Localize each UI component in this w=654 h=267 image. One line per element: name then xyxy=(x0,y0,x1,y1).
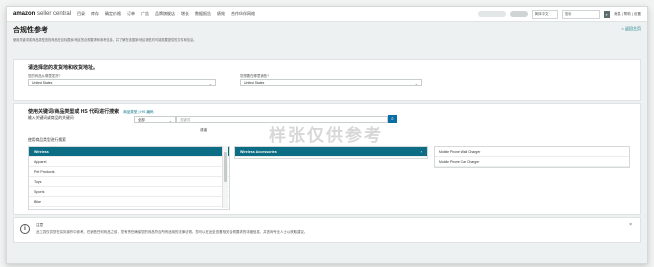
search-type-links[interactable]: 商品类型 | HS 编码 xyxy=(123,110,153,114)
nav-item[interactable]: 库存 xyxy=(91,11,99,16)
page-header: 合规性参考 使用关键词或商品类型查找商品在目标国家/地区的合规要求和参考信息，并… xyxy=(7,22,647,43)
nav-item[interactable]: 订单 xyxy=(127,11,135,16)
ship-from-label: 您的商品从哪里发货? xyxy=(28,74,61,78)
result-item[interactable]: Mobile Phone Wall Charger xyxy=(435,147,629,157)
country-panel-title: 请选择您的发货地和收货地址。 xyxy=(28,65,99,71)
watermark: 样张仅供参考 xyxy=(269,126,383,145)
amazon-logo[interactable]: amazon seller central xyxy=(13,11,71,17)
list-item[interactable]: Wireless› xyxy=(29,147,229,157)
top-navigation-bar: amazon seller central 目录 库存 确定价格 订单 广告 品牌旗舰店 增… xyxy=(7,7,647,22)
list-item[interactable]: Bike› xyxy=(29,197,229,207)
category-scrollbar[interactable] xyxy=(222,146,228,208)
nav-item[interactable]: 广告 xyxy=(141,11,149,16)
nav-item[interactable]: 目录 xyxy=(77,11,85,16)
country-panel: 请选择您的发货地和收货地址。 您的商品从哪里发货? United States ⌄… xyxy=(13,59,641,101)
nav-item[interactable]: 数据报告 xyxy=(195,11,211,16)
nav-item[interactable]: 合作伙伴网络 xyxy=(231,11,255,16)
list-item-label: Bike xyxy=(34,199,41,204)
main-nav: 目录 库存 确定价格 订单 广告 品牌旗舰店 增长 数据报告 绩效 合作伙伴网络 xyxy=(77,11,261,17)
topbar-right: 简体中文 搜索 ⌕ 消息 | 帮助 | 设置 xyxy=(477,9,641,19)
notice-banner: i 注意 此工具仅供您在实际操作中参考。在销售任何商品之前，您有责任确保您的商品… xyxy=(13,217,641,243)
chevron-right-icon: › xyxy=(420,149,422,154)
back-to-home-link[interactable]: < 返回主页 xyxy=(622,26,641,32)
top-search-input[interactable]: 搜索 xyxy=(561,9,600,19)
close-icon[interactable]: × xyxy=(629,222,632,228)
info-icon: i xyxy=(20,224,30,234)
ship-to-label: 您想要在哪里销售? xyxy=(240,74,270,78)
top-links[interactable]: 消息 | 帮助 | 设置 xyxy=(614,12,641,17)
list-item[interactable]: Wireless Accessories › xyxy=(235,147,427,157)
nav-item[interactable]: 确定价格 xyxy=(105,11,121,16)
nav-item[interactable]: 品牌旗舰店 xyxy=(155,11,175,16)
list-item[interactable]: Toys› xyxy=(29,177,229,187)
list-item-label: Wireless Accessories xyxy=(240,149,277,154)
keyword-type-select[interactable]: 全部 ⌄ xyxy=(134,116,176,123)
browse-label: 使用商品类型进行搜索 xyxy=(28,138,66,142)
result-item[interactable]: Mobile Phone Car Charger xyxy=(435,157,629,167)
list-item[interactable]: Apparel› xyxy=(29,157,229,167)
results-list: Mobile Phone Wall Charger Mobile Phone Ca… xyxy=(434,146,630,168)
ship-from-select[interactable]: United States ⌄ xyxy=(28,79,216,86)
chevron-down-icon: ⌄ xyxy=(414,81,418,86)
search-panel-title: 使用关键词/商品类型或 HS 代码进行搜索 商品类型 | HS 编码 xyxy=(28,109,154,115)
list-item[interactable]: Sports› xyxy=(29,187,229,197)
category-list: Wireless›Apparel›Pet Products›Toys›Sport… xyxy=(28,146,230,210)
search-icon[interactable]: ⌕ xyxy=(603,10,610,18)
subcategory-list: Wireless Accessories › xyxy=(234,146,428,159)
list-item[interactable]: Pet Products› xyxy=(29,167,229,177)
list-item-label: Pet Products xyxy=(34,169,55,174)
ship-to-select[interactable]: United States ⌄ xyxy=(240,79,422,86)
language-select[interactable]: 简体中文 xyxy=(531,9,558,19)
marketplace-switcher[interactable] xyxy=(509,11,528,17)
notice-title: 注意 xyxy=(36,223,44,227)
chevron-down-icon: ⌄ xyxy=(208,81,212,86)
search-panel: 使用关键词/商品类型或 HS 代码进行搜索 商品类型 | HS 编码 输入关键词或… xyxy=(13,103,641,215)
keyword-label: 输入关键词或商品的关键词 xyxy=(28,116,74,120)
app-window: amazon seller central 目录 库存 确定价格 订单 广告 品牌旗舰店 增… xyxy=(6,6,648,264)
keyword-search-button[interactable]: ⌕ xyxy=(388,115,397,123)
chevron-down-icon: ⌄ xyxy=(168,118,172,123)
list-item-label: Sports xyxy=(34,189,45,194)
notice-text: 此工具仅供您在实际操作中参考。在销售任何商品之前，您有责任确保您的商品符合所有适… xyxy=(36,230,308,234)
page-title: 合规性参考 xyxy=(13,27,48,34)
store-switcher[interactable] xyxy=(477,11,506,17)
list-item-label: Apparel xyxy=(34,159,47,164)
nav-item[interactable]: 增长 xyxy=(181,11,189,16)
page-description: 使用关键词或商品类型查找商品在目标国家/地区的合规要求和参考信息，并了解在该国家… xyxy=(13,38,197,42)
list-item-label: Toys xyxy=(34,179,42,184)
list-item-label: Wireless xyxy=(34,149,49,154)
search-icon: ⌕ xyxy=(391,116,394,122)
or-label: 或者 xyxy=(200,128,208,132)
nav-item[interactable]: 绩效 xyxy=(217,11,225,16)
scrollbar-thumb[interactable] xyxy=(224,152,227,182)
